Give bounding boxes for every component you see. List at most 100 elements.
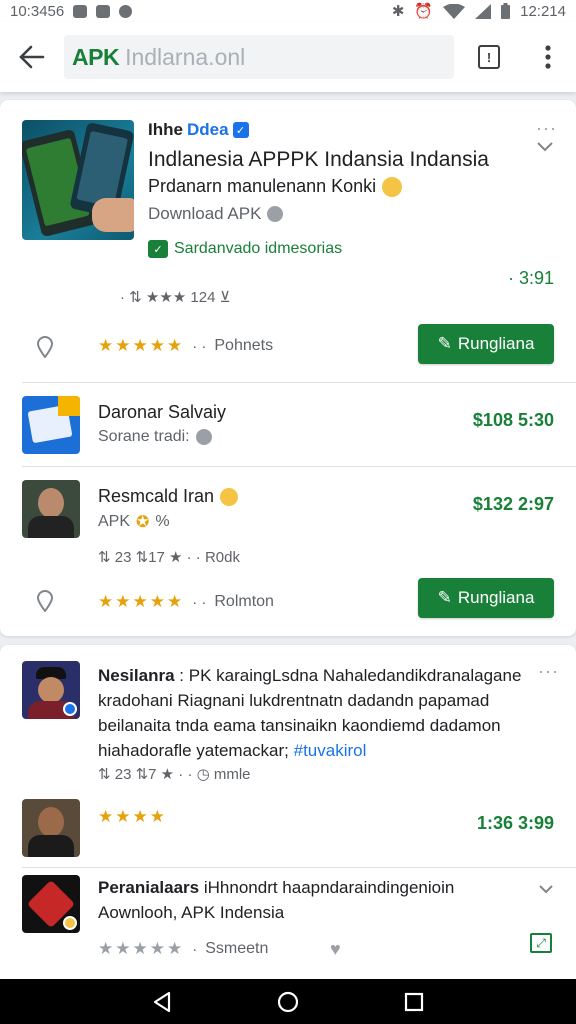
chevron-down-icon xyxy=(539,885,553,894)
featured-rating-row: ★★★★★ · · Pohnets xyxy=(98,336,273,356)
featured-source-row: Download APK xyxy=(148,204,284,224)
featured-subtitle: Prdanarn manulenann Konki xyxy=(148,176,377,196)
item3-price: $132 2:97 xyxy=(472,494,554,514)
nav-recents-button[interactable] xyxy=(404,992,424,1012)
gallery-icon xyxy=(73,4,88,18)
browser-app-bar: APK Indlarna.onl ! xyxy=(0,22,576,92)
featured-badge-text: Ddea xyxy=(186,120,229,139)
post2-rating-row: ★★★★ xyxy=(98,807,167,827)
item3-rating-row: ★★★★★ · · Rolmton xyxy=(98,592,274,612)
post1-avatar[interactable] xyxy=(22,661,80,719)
post3-thumbnail[interactable] xyxy=(22,875,80,933)
tabs-button[interactable]: ! xyxy=(456,22,522,92)
url-text: Indlarna.onl xyxy=(125,43,246,70)
item3-meta: ⇅ 23 ⇅17 ★ · · R0dk xyxy=(98,549,240,566)
rating-stars: ★★★★★ xyxy=(98,336,185,355)
rating-dots: · · xyxy=(192,593,207,611)
featured-heading: Ihhe xyxy=(148,120,183,139)
featured-thumbnail[interactable] xyxy=(22,120,134,240)
post2-price: 1:36 3:99 xyxy=(476,813,554,833)
nav-home-button[interactable] xyxy=(277,991,299,1013)
post2-avatar[interactable] xyxy=(22,799,80,857)
item2-title[interactable]: Daronar Salvaiy xyxy=(98,402,226,423)
item2-price: $108 5:30 xyxy=(472,410,554,430)
status-time: 10:3456 xyxy=(10,2,65,20)
featured-button-label: Rungliana xyxy=(457,334,535,353)
post3-author[interactable]: Peranialaars xyxy=(98,878,199,897)
item2-thumbnail[interactable] xyxy=(22,396,80,454)
featured-heading-row: Ihhe Ddea ✓ xyxy=(148,120,249,140)
back-arrow-icon xyxy=(19,45,45,69)
more-vert-icon xyxy=(545,45,551,69)
results-card: Ihhe Ddea ✓ ··· Indlanesia APPPK Indansi… xyxy=(0,100,576,636)
alarm-icon: ⏰ xyxy=(414,3,434,20)
emoji-icon xyxy=(220,487,239,506)
expand-chevron[interactable] xyxy=(536,140,554,158)
item3-button-label: Rungliana xyxy=(457,588,535,607)
battery-icon xyxy=(501,3,511,19)
featured-verified: Sardanvado idmesorias xyxy=(174,240,343,257)
divider xyxy=(22,867,576,868)
expand-chevron[interactable] xyxy=(538,881,554,899)
nav-back-button[interactable] xyxy=(152,991,172,1013)
post3-body: Peranialaars iHhnondrt haapndaraindingen… xyxy=(98,875,518,925)
heart-icon[interactable]: ♥ xyxy=(330,939,341,960)
bluetooth-icon: ✱ xyxy=(391,3,405,20)
status-clock: 12:214 xyxy=(520,2,566,20)
overflow-menu-button[interactable] xyxy=(522,22,574,92)
featured-action-button[interactable]: ✎ Rungliana xyxy=(418,324,554,364)
wifi-icon xyxy=(443,3,466,19)
map-pin-icon xyxy=(36,590,54,613)
divider xyxy=(22,466,576,467)
rating-dots: · · xyxy=(192,337,207,355)
featured-meta: · ⇅ ★★★ 124 ⊻ xyxy=(120,289,231,306)
post1-author[interactable]: Nesilanra xyxy=(98,666,175,685)
rating-stars-empty: ★★★★★ xyxy=(98,939,185,958)
post1-hashtag[interactable]: #tuvakirol xyxy=(294,741,367,760)
download-icon xyxy=(96,4,111,18)
emoji-icon xyxy=(382,176,403,197)
post3-rating-row: ★★★★★ · Ssmeetn xyxy=(98,939,268,959)
item3-title[interactable]: Resmcald Iran xyxy=(98,486,214,507)
item3-avatar[interactable] xyxy=(22,480,80,538)
address-bar[interactable]: APK Indlarna.onl xyxy=(64,35,454,79)
badge-icon: ✪ xyxy=(136,514,150,531)
featured-title[interactable]: Indlanesia APPPK Indansia Indansia xyxy=(148,148,489,172)
rating-stars: ★★★★ xyxy=(98,807,167,826)
image-icon[interactable]: ⤢ xyxy=(530,933,552,953)
status-bar: 10:3456 ✱ ⏰ 12:214 xyxy=(0,0,576,22)
tab-counter-icon: ! xyxy=(478,45,500,69)
globe-icon xyxy=(267,206,284,222)
featured-source: Download APK xyxy=(148,204,262,223)
item2-subtitle-row: Sorane tradi: xyxy=(98,428,212,446)
posts-card: Nesilanra : PK karaingLsdna Nahaledandik… xyxy=(0,645,576,979)
location-pin[interactable] xyxy=(36,590,54,617)
featured-rating-text: Pohnets xyxy=(214,337,274,354)
post1-meta: ⇅ 23 ⇅7 ★ · · ◷ mmle xyxy=(98,766,251,783)
item3-title-row: Resmcald Iran xyxy=(98,486,239,507)
map-pin-icon xyxy=(36,336,54,359)
item3-subtitle: APK xyxy=(98,513,131,530)
more-horiz-icon[interactable]: ··· xyxy=(538,661,559,682)
system-nav-bar xyxy=(0,979,576,1024)
url-brand: APK xyxy=(72,43,120,70)
location-pin[interactable] xyxy=(36,336,54,363)
chevron-down-icon xyxy=(537,142,553,152)
divider xyxy=(22,382,576,383)
more-horiz-icon[interactable]: ··· xyxy=(536,118,557,139)
pencil-icon: ✎ xyxy=(437,588,452,607)
post1-body: Nesilanra : PK karaingLsdna Nahaledandik… xyxy=(98,663,538,763)
globe-icon xyxy=(195,429,212,445)
item3-rating-text: Rolmton xyxy=(214,593,274,610)
post3-rating-text: Ssmeetn xyxy=(205,940,269,957)
item3-action-button[interactable]: ✎ Rungliana xyxy=(418,578,554,618)
featured-subtitle-row: Prdanarn manulenann Konki xyxy=(148,176,403,197)
rating-dots: · xyxy=(192,940,198,958)
item3-subtitle-extra: % xyxy=(155,513,170,530)
verified-icon: ✓ xyxy=(232,122,249,138)
item3-subtitle-row: APK ✪ % xyxy=(98,512,170,532)
featured-price: · 3:91 xyxy=(507,268,554,288)
featured-verified-row: ✓ Sardanvado idmesorias xyxy=(148,240,342,258)
shop-icon: ✓ xyxy=(148,240,168,258)
back-button[interactable] xyxy=(0,22,64,92)
